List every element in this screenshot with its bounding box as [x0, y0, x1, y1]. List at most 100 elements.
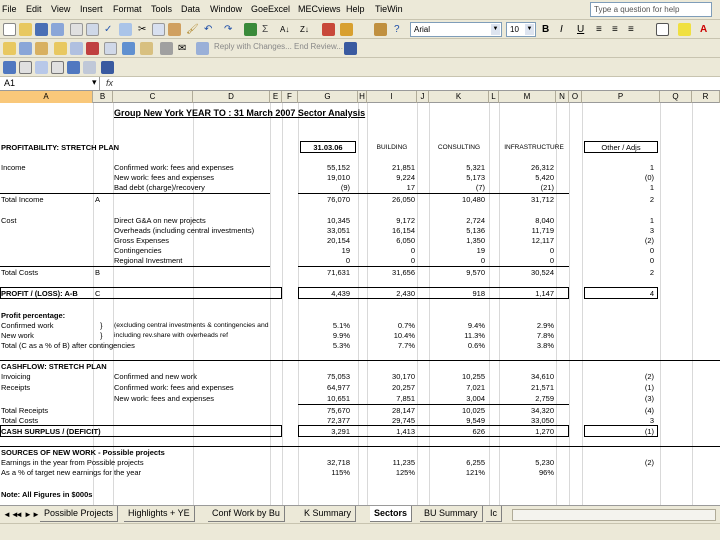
- spelling-icon[interactable]: ✓: [104, 23, 112, 36]
- menu-insert[interactable]: Insert: [80, 4, 103, 14]
- total-income-g: 76,070: [327, 195, 350, 204]
- undo-icon[interactable]: ↶: [204, 23, 212, 36]
- sort-ascending-icon[interactable]: A↓: [280, 23, 289, 36]
- menu-mecviews[interactable]: MECviews: [298, 4, 341, 14]
- column-header-c[interactable]: C: [113, 91, 193, 103]
- column-header-q[interactable]: Q: [660, 91, 692, 103]
- new-icon[interactable]: [3, 23, 16, 36]
- font-size-select[interactable]: 10 ▼: [506, 22, 536, 37]
- column-header-r[interactable]: R: [692, 91, 720, 103]
- permission-icon[interactable]: [51, 23, 64, 36]
- toolbar-options-icon[interactable]: [344, 42, 357, 55]
- column-header-m[interactable]: M: [499, 91, 556, 103]
- update-file-icon[interactable]: [122, 42, 135, 55]
- save-icon[interactable]: [35, 23, 48, 36]
- show-comment-icon[interactable]: [54, 42, 67, 55]
- copy-icon[interactable]: [152, 23, 165, 36]
- column-header-f[interactable]: F: [282, 91, 298, 103]
- menu-tiewin[interactable]: TieWin: [375, 4, 403, 14]
- menu-edit[interactable]: Edit: [26, 4, 42, 14]
- column-header-e[interactable]: E: [270, 91, 282, 103]
- menu-format[interactable]: Format: [113, 4, 142, 14]
- review-actions[interactable]: Reply with Changes... End Review...: [214, 42, 343, 51]
- open-icon[interactable]: [19, 23, 32, 36]
- autosum-icon[interactable]: Σ: [262, 23, 268, 36]
- column-header-l[interactable]: L: [489, 91, 499, 103]
- hyperlink-icon[interactable]: [244, 23, 257, 36]
- column-header-d[interactable]: D: [193, 91, 270, 103]
- insert-comment-icon[interactable]: [196, 42, 209, 55]
- grid-icon[interactable]: [19, 61, 32, 74]
- underline-icon[interactable]: U: [577, 23, 584, 36]
- column-header-a[interactable]: A: [0, 91, 93, 103]
- column-header-n[interactable]: N: [556, 91, 569, 103]
- column-header-p[interactable]: P: [582, 91, 660, 103]
- tab-highlights-ye[interactable]: Highlights + YE: [124, 506, 195, 522]
- redo-icon[interactable]: ↷: [224, 23, 232, 36]
- ink-annotations-icon[interactable]: [160, 42, 173, 55]
- font-name-select[interactable]: Arial ▼: [410, 22, 502, 37]
- tab-ic[interactable]: Ic: [486, 506, 503, 522]
- tab-bu-summary[interactable]: BU Summary: [420, 506, 483, 522]
- print-preview-icon[interactable]: [86, 23, 99, 36]
- refresh-icon[interactable]: [83, 61, 96, 74]
- menu-goeexcel[interactable]: GoeExcel: [251, 4, 290, 14]
- bold-icon[interactable]: B: [542, 23, 549, 36]
- menu-file[interactable]: File: [2, 4, 17, 14]
- column-header-k[interactable]: K: [429, 91, 489, 103]
- insert-function-icon[interactable]: fx: [106, 78, 113, 88]
- print-icon[interactable]: [70, 23, 83, 36]
- name-box[interactable]: A1 ▾: [0, 77, 100, 91]
- italic-icon[interactable]: I: [560, 23, 563, 36]
- column-header-o[interactable]: O: [569, 91, 582, 103]
- menu-data[interactable]: Data: [181, 4, 200, 14]
- menu-window[interactable]: Window: [210, 4, 242, 14]
- new-comment-icon[interactable]: [3, 42, 16, 55]
- menu-view[interactable]: View: [51, 4, 70, 14]
- column-header-h[interactable]: H: [358, 91, 367, 103]
- paste-icon[interactable]: [168, 23, 181, 36]
- properties-icon[interactable]: [35, 61, 48, 74]
- font-color-icon[interactable]: A: [700, 23, 707, 36]
- chart-wizard-icon[interactable]: [322, 23, 335, 36]
- send-mail-icon[interactable]: [140, 42, 153, 55]
- align-right-icon[interactable]: ≡: [628, 23, 634, 36]
- fill-color-icon[interactable]: [678, 23, 691, 36]
- column-header-g[interactable]: G: [298, 91, 358, 103]
- column-header-i[interactable]: I: [367, 91, 417, 103]
- worksheet-grid[interactable]: Group New York YEAR TO : 31 March 2007 S…: [0, 103, 720, 505]
- menu-tools[interactable]: Tools: [151, 4, 172, 14]
- tab-k-summary[interactable]: K Summary: [300, 506, 357, 522]
- toolbar-options-icon[interactable]: [101, 61, 114, 74]
- previous-sheet-icon[interactable]: ◄: [15, 510, 23, 519]
- research-icon[interactable]: [119, 23, 132, 36]
- delete-comment-icon[interactable]: [86, 42, 99, 55]
- show-all-comments-icon[interactable]: [70, 42, 83, 55]
- format-painter-icon[interactable]: 🖌: [186, 23, 199, 36]
- sort-descending-icon[interactable]: Z↓: [300, 23, 309, 36]
- next-comment-icon[interactable]: [35, 42, 48, 55]
- help-search-input[interactable]: Type a question for help: [590, 2, 712, 17]
- tab-possible-projects[interactable]: Possible Projects: [40, 506, 119, 522]
- form-control-icon[interactable]: [3, 61, 16, 74]
- menu-help[interactable]: Help: [346, 4, 365, 14]
- pivot-icon[interactable]: [67, 61, 80, 74]
- previous-comment-icon[interactable]: [19, 42, 32, 55]
- cash-row-i: 28,147: [392, 406, 415, 415]
- drawing-icon[interactable]: [340, 23, 353, 36]
- borders-icon[interactable]: [656, 23, 669, 36]
- next-sheet-icon[interactable]: ►: [24, 510, 32, 519]
- horizontal-scrollbar[interactable]: [512, 509, 716, 521]
- align-left-icon[interactable]: ≡: [596, 23, 602, 36]
- column-header-j[interactable]: J: [417, 91, 429, 103]
- tab-conf-work-by-bu[interactable]: Conf Work by Bu: [208, 506, 285, 522]
- zoom-icon[interactable]: [374, 23, 387, 36]
- align-center-icon[interactable]: ≡: [612, 23, 618, 36]
- track-changes-icon[interactable]: [104, 42, 117, 55]
- help-icon[interactable]: ?: [394, 23, 400, 36]
- send-icon[interactable]: ✉: [178, 42, 186, 55]
- column-header-b[interactable]: B: [93, 91, 113, 103]
- tab-sectors[interactable]: Sectors: [370, 506, 413, 522]
- chart-icon[interactable]: [51, 61, 64, 74]
- cut-icon[interactable]: ✂: [138, 23, 146, 36]
